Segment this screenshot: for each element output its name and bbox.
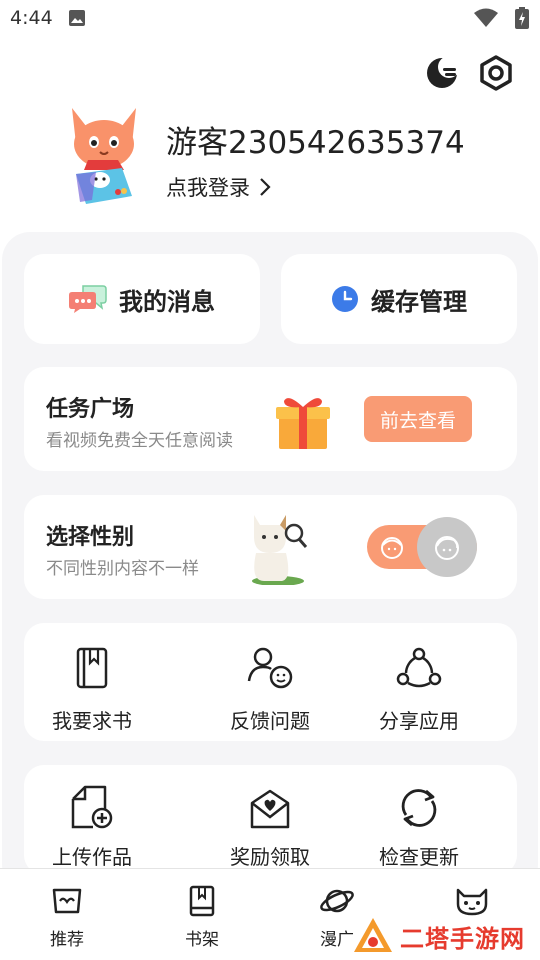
task-plaza-subtitle: 看视频免费全天任意阅读 (46, 431, 233, 451)
wifi-icon (474, 8, 498, 32)
tools-card-1: 我要求书 反馈问题 分享应用 (24, 623, 517, 741)
share-icon (396, 647, 442, 688)
nav-comics-label: 漫广 (320, 930, 354, 950)
female-avatar-icon (435, 536, 459, 560)
request-book-label: 我要求书 (52, 709, 132, 733)
gender-toggle[interactable] (367, 517, 477, 577)
cache-management-label: 缓存管理 (371, 287, 467, 316)
feedback-button[interactable]: 反馈问题 (195, 641, 345, 734)
chat-bubbles-icon (69, 285, 107, 313)
task-plaza-title: 任务广场 (46, 397, 135, 422)
watermark: 二塔手游网 (352, 916, 532, 956)
battery-icon (515, 7, 529, 33)
chevron-right-icon (260, 178, 271, 196)
cat-face-icon (456, 888, 488, 916)
watermark-logo-icon (354, 918, 392, 952)
bookshelf-icon (189, 885, 215, 917)
login-link[interactable]: 点我登录 (166, 172, 272, 202)
night-mode-button[interactable] (423, 54, 461, 92)
cache-management-button[interactable]: 缓存管理 (281, 254, 517, 344)
task-plaza-card[interactable]: 任务广场 看视频免费全天任意阅读 前去查看 (24, 367, 517, 471)
login-label: 点我登录 (166, 176, 250, 200)
gender-select-card: 选择性别 不同性别内容不一样 (24, 495, 517, 599)
settings-button[interactable] (477, 54, 515, 92)
status-time: 4:44 (10, 7, 53, 29)
upload-work-button[interactable]: 上传作品 (17, 781, 167, 870)
go-view-button[interactable]: 前去查看 (364, 396, 472, 442)
avatar[interactable] (66, 100, 142, 210)
book-request-icon (76, 647, 108, 689)
nav-recommend[interactable]: 推荐 (27, 883, 107, 950)
planet-icon (320, 889, 354, 913)
share-app-button[interactable]: 分享应用 (344, 641, 494, 734)
gear-icon (480, 55, 512, 91)
reward-claim-button[interactable]: 奖励领取 (195, 781, 345, 870)
feedback-label: 反馈问题 (230, 709, 310, 733)
my-messages-label: 我的消息 (119, 287, 215, 316)
check-update-label: 检查更新 (379, 845, 459, 869)
nav-bookshelf-label: 书架 (185, 930, 219, 950)
gender-select-title: 选择性别 (46, 525, 135, 550)
request-book-button[interactable]: 我要求书 (17, 641, 167, 734)
share-app-label: 分享应用 (379, 709, 459, 733)
upload-file-icon (71, 785, 113, 829)
recommend-icon (52, 888, 82, 914)
upload-work-label: 上传作品 (52, 845, 132, 869)
gender-select-subtitle: 不同性别内容不一样 (46, 559, 199, 579)
watermark-text: 二塔手游网 (400, 924, 525, 953)
cat-magnifier-illustration (252, 515, 308, 585)
my-messages-button[interactable]: 我的消息 (24, 254, 260, 344)
clock-icon (332, 286, 358, 312)
male-avatar-icon (381, 537, 403, 559)
gift-icon (276, 398, 330, 449)
reward-claim-label: 奖励领取 (230, 845, 310, 869)
reward-envelope-icon (250, 789, 290, 829)
feedback-user-icon (247, 647, 293, 689)
username: 游客230542635374 (166, 125, 465, 161)
refresh-icon (401, 789, 437, 827)
image-notification-icon (68, 9, 86, 31)
nav-recommend-label: 推荐 (50, 930, 84, 950)
moon-icon (427, 56, 460, 88)
toggle-knob[interactable] (417, 517, 477, 577)
nav-bookshelf[interactable]: 书架 (162, 883, 242, 950)
tools-card-2: 上传作品 奖励领取 检查更新 (24, 765, 517, 875)
check-update-button[interactable]: 检查更新 (344, 781, 494, 870)
status-bar: 4:44 (0, 0, 540, 36)
